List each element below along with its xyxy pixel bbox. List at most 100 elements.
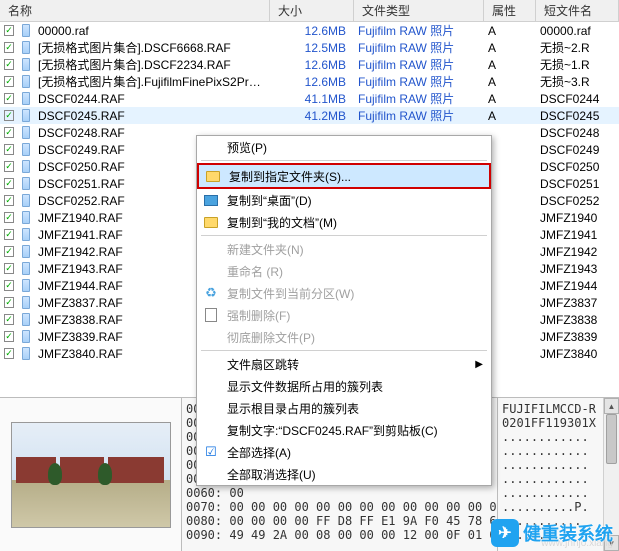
file-attr: A <box>484 41 536 55</box>
file-attr: A <box>484 75 536 89</box>
chevron-right-icon: ▶ <box>475 359 483 370</box>
row-checkbox[interactable]: ✓ <box>0 212 18 223</box>
file-shortname: JMFZ1942 <box>536 245 619 259</box>
recycle-icon: ♻ <box>203 285 219 301</box>
menu-deselect-all[interactable]: 全部取消选择(U) <box>197 463 491 485</box>
file-shortname: JMFZ3838 <box>536 313 619 327</box>
menu-separator <box>201 160 487 161</box>
row-checkbox[interactable]: ✓ <box>0 348 18 359</box>
file-icon <box>18 279 34 292</box>
watermark: ✈ 健重装系统 <box>491 519 613 547</box>
menu-file-cluster-jump[interactable]: 文件扇区跳转 ▶ <box>197 353 491 375</box>
row-checkbox[interactable]: ✓ <box>0 229 18 240</box>
menu-force-delete: 强制删除(F) <box>197 304 491 326</box>
column-header-attr[interactable]: 属性 <box>484 0 536 21</box>
menu-copy-to-docs[interactable]: 复制到“我的文档”(M) <box>197 211 491 233</box>
file-attr: A <box>484 109 536 123</box>
menu-show-file-clusters[interactable]: 显示文件数据所占用的簇列表 <box>197 375 491 397</box>
desktop-icon <box>203 192 219 208</box>
file-shortname: DSCF0251 <box>536 177 619 191</box>
column-header-name[interactable]: 名称 <box>0 0 270 21</box>
row-checkbox[interactable]: ✓ <box>0 93 18 104</box>
file-attr: A <box>484 24 536 38</box>
file-shortname: 00000.raf <box>536 24 619 38</box>
table-row[interactable]: ✓[无损格式图片集合].DSCF2234.RAF12.6MBFujifilm R… <box>0 56 619 73</box>
menu-show-root-clusters[interactable]: 显示根目录占用的簇列表 <box>197 397 491 419</box>
file-icon <box>18 347 34 360</box>
row-checkbox[interactable]: ✓ <box>0 314 18 325</box>
file-icon <box>18 58 34 71</box>
column-header-row: 名称 大小 文件类型 属性 短文件名 <box>0 0 619 22</box>
row-checkbox[interactable]: ✓ <box>0 110 18 121</box>
preview-pane <box>0 398 182 551</box>
file-size: 12.5MB <box>270 41 354 55</box>
table-row[interactable]: ✓DSCF0244.RAF41.1MBFujifilm RAW 照片ADSCF0… <box>0 90 619 107</box>
file-shortname: DSCF0250 <box>536 160 619 174</box>
file-size: 41.2MB <box>270 109 354 123</box>
row-checkbox[interactable]: ✓ <box>0 331 18 342</box>
menu-select-all[interactable]: ☑ 全部选择(A) <box>197 441 491 463</box>
file-icon <box>18 92 34 105</box>
file-name: [无损格式图片集合].FujifilmFinePixS2Pro_Ta... <box>34 73 270 90</box>
file-attr: A <box>484 58 536 72</box>
row-checkbox[interactable]: ✓ <box>0 76 18 87</box>
file-name: 00000.raf <box>34 24 270 38</box>
row-checkbox[interactable]: ✓ <box>0 263 18 274</box>
file-shortname: JMFZ1941 <box>536 228 619 242</box>
file-icon <box>18 126 34 139</box>
menu-preview[interactable]: 预览(P) <box>197 136 491 158</box>
file-icon <box>18 262 34 275</box>
menu-separator <box>201 350 487 351</box>
row-checkbox[interactable]: ✓ <box>0 25 18 36</box>
file-icon <box>18 296 34 309</box>
row-checkbox[interactable]: ✓ <box>0 178 18 189</box>
file-name: DSCF0245.RAF <box>34 109 270 123</box>
file-icon <box>18 160 34 173</box>
scroll-thumb[interactable] <box>606 414 617 464</box>
file-size: 41.1MB <box>270 92 354 106</box>
file-type: Fujifilm RAW 照片 <box>354 39 484 56</box>
file-icon <box>18 109 34 122</box>
table-row[interactable]: ✓ [无损格式图片集合].DSCF6668.RAF12.5MBFujifilm R… <box>0 39 619 56</box>
table-row[interactable]: ✓00000.raf12.6MBFujifilm RAW 照片A00000.ra… <box>0 22 619 39</box>
menu-copy-to-folder[interactable]: 复制到指定文件夹(S)... <box>197 163 491 189</box>
file-shortname: DSCF0249 <box>536 143 619 157</box>
file-type: Fujifilm RAW 照片 <box>354 73 484 90</box>
row-checkbox[interactable]: ✓ <box>0 42 18 53</box>
watermark-badge-icon: ✈ <box>491 519 519 547</box>
column-header-size[interactable]: 大小 <box>270 0 354 21</box>
file-icon <box>18 143 34 156</box>
column-header-type[interactable]: 文件类型 <box>354 0 484 21</box>
file-name: [无损格式图片集合].DSCF2234.RAF <box>34 56 270 73</box>
file-shortname: JMFZ3840 <box>536 347 619 361</box>
folder-icon <box>205 168 221 184</box>
column-header-short[interactable]: 短文件名 <box>536 0 619 21</box>
document-icon <box>203 307 219 323</box>
row-checkbox[interactable]: ✓ <box>0 127 18 138</box>
file-shortname: JMFZ3837 <box>536 296 619 310</box>
file-icon <box>18 177 34 190</box>
table-row[interactable]: ✓[无损格式图片集合].FujifilmFinePixS2Pro_Ta...12… <box>0 73 619 90</box>
row-checkbox[interactable]: ✓ <box>0 59 18 70</box>
menu-copy-text[interactable]: 复制文字:“DSCF0245.RAF”到剪贴板(C) <box>197 419 491 441</box>
file-type: Fujifilm RAW 照片 <box>354 107 484 124</box>
file-shortname: JMFZ3839 <box>536 330 619 344</box>
row-checkbox[interactable]: ✓ <box>0 144 18 155</box>
file-icon <box>18 75 34 88</box>
file-icon <box>18 41 34 54</box>
file-name: [无损格式图片集合].DSCF6668.RAF <box>34 39 270 56</box>
row-checkbox[interactable]: ✓ <box>0 161 18 172</box>
menu-copy-to-desktop[interactable]: 复制到“桌面”(D) <box>197 189 491 211</box>
watermark-text: 健重装系统 <box>523 520 613 546</box>
file-icon <box>18 245 34 258</box>
row-checkbox[interactable]: ✓ <box>0 280 18 291</box>
row-checkbox[interactable]: ✓ <box>0 246 18 257</box>
file-icon <box>18 228 34 241</box>
file-type: Fujifilm RAW 照片 <box>354 56 484 73</box>
row-checkbox[interactable]: ✓ <box>0 297 18 308</box>
context-menu: 预览(P) 复制到指定文件夹(S)... 复制到“桌面”(D) 复制到“我的文档… <box>196 135 492 486</box>
table-row[interactable]: ✓DSCF0245.RAF41.2MBFujifilm RAW 照片ADSCF0… <box>0 107 619 124</box>
row-checkbox[interactable]: ✓ <box>0 195 18 206</box>
file-icon <box>18 211 34 224</box>
scroll-up-button[interactable]: ▲ <box>604 398 619 414</box>
